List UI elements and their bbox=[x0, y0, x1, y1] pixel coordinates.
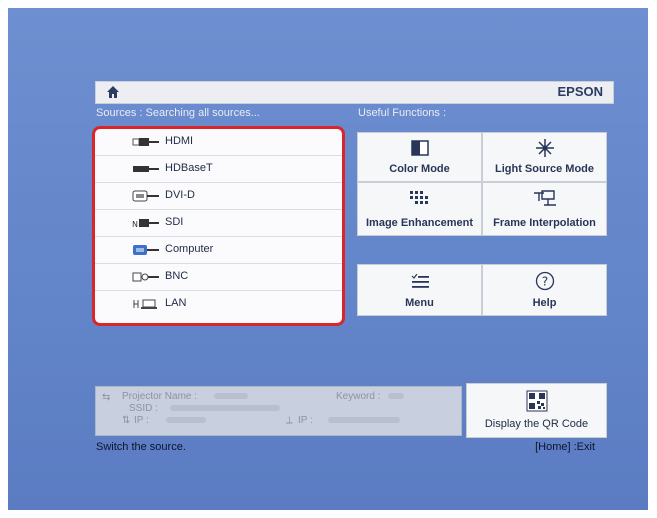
source-item-hdbaset[interactable]: HDBaseT bbox=[95, 156, 342, 183]
light-source-mode-button[interactable]: Light Source Mode bbox=[482, 132, 607, 182]
help-icon: ? bbox=[535, 271, 554, 291]
ip2-label: IP : bbox=[298, 415, 313, 426]
hdbaset-port-icon bbox=[133, 166, 159, 172]
source-label: BNC bbox=[165, 270, 189, 282]
image-enhancement-button[interactable]: Image Enhancement bbox=[357, 182, 482, 236]
projector-home-screen: EPSON Sources : Searching all sources...… bbox=[8, 8, 648, 510]
keyword-value bbox=[388, 391, 404, 402]
top-bar: EPSON bbox=[95, 81, 614, 104]
qr-code-icon bbox=[526, 390, 547, 412]
tile-label: Frame Interpolation bbox=[493, 217, 596, 229]
menu-icon bbox=[411, 274, 429, 288]
source-label: HDMI bbox=[165, 135, 194, 147]
source-label: SDI bbox=[165, 216, 184, 228]
keyword-label: Keyword : bbox=[336, 391, 381, 402]
source-label: DVI-D bbox=[165, 189, 195, 201]
menu-button[interactable]: Menu bbox=[357, 264, 482, 316]
exit-hint: [Home] :Exit bbox=[535, 441, 595, 453]
hdmi-port-icon bbox=[132, 138, 159, 146]
projector-name-label: Projector Name : bbox=[122, 391, 198, 402]
source-list: HDMI HDBaseT DVI-D N SDI Computer BNC LA… bbox=[92, 126, 345, 326]
vga-port-icon bbox=[133, 245, 159, 255]
source-item-lan[interactable]: LAN bbox=[95, 291, 342, 318]
color-mode-button[interactable]: Color Mode bbox=[357, 132, 482, 182]
network-info-panel: ⇆ Projector Name : Keyword : SSID : ⇅ IP… bbox=[95, 386, 462, 436]
tile-label: Help bbox=[532, 297, 557, 309]
frame-interpolation-icon bbox=[533, 190, 556, 206]
source-item-bnc[interactable]: BNC bbox=[95, 264, 342, 291]
svg-text:N: N bbox=[132, 220, 138, 229]
sdi-port-icon: N bbox=[132, 219, 159, 229]
dvi-port-icon bbox=[132, 190, 159, 202]
bnc-port-icon bbox=[132, 272, 159, 282]
tile-label: Display the QR Code bbox=[484, 418, 589, 430]
help-button[interactable]: ? Help bbox=[482, 264, 607, 316]
light-source-icon bbox=[535, 139, 554, 157]
tile-label: Color Mode bbox=[389, 163, 450, 175]
source-item-sdi[interactable]: N SDI bbox=[95, 210, 342, 237]
source-item-dvi-d[interactable]: DVI-D bbox=[95, 183, 342, 210]
tile-label: Menu bbox=[405, 297, 434, 309]
ip-value bbox=[166, 415, 206, 426]
wireless-icon: ⟂ bbox=[286, 415, 293, 426]
home-icon[interactable] bbox=[106, 85, 120, 99]
source-label: HDBaseT bbox=[165, 162, 213, 174]
ssid-label: SSID : bbox=[129, 403, 158, 414]
ip-label: IP : bbox=[134, 415, 149, 426]
tile-label: Image Enhancement bbox=[366, 217, 473, 229]
ssid-value bbox=[170, 403, 280, 414]
display-qr-code-button[interactable]: Display the QR Code bbox=[466, 383, 607, 438]
lan-icon: ⇆ bbox=[102, 392, 111, 403]
color-mode-icon bbox=[410, 140, 429, 156]
projector-name-value bbox=[214, 391, 248, 402]
useful-functions-label: Useful Functions : bbox=[358, 107, 447, 119]
source-item-hdmi[interactable]: HDMI bbox=[95, 129, 342, 156]
source-item-computer[interactable]: Computer bbox=[95, 237, 342, 264]
source-label: LAN bbox=[165, 297, 187, 309]
image-enhancement-icon bbox=[409, 191, 428, 204]
lan-port-icon bbox=[133, 299, 157, 309]
status-hint: Switch the source. bbox=[96, 441, 186, 453]
svg-text:?: ? bbox=[541, 275, 547, 289]
frame-interpolation-button[interactable]: Frame Interpolation bbox=[482, 182, 607, 236]
tile-label: Light Source Mode bbox=[495, 163, 594, 175]
brand-logo: EPSON bbox=[557, 84, 603, 99]
sources-label: Sources : Searching all sources... bbox=[96, 107, 260, 119]
lan-ip-icon: ⇅ bbox=[122, 415, 131, 426]
source-label: Computer bbox=[165, 243, 214, 255]
ip2-value bbox=[328, 415, 400, 426]
